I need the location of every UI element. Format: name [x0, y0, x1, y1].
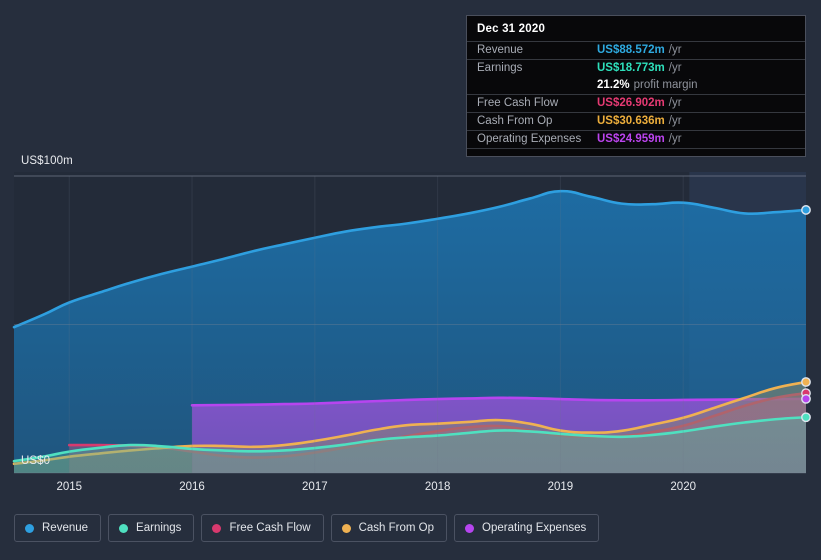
- legend-item-earnings[interactable]: Earnings: [108, 514, 195, 542]
- tooltip-unit-cash-from-op: /yr: [668, 115, 682, 127]
- tooltip-row-operating-expenses: Operating Expenses US$24.959m /yr: [467, 130, 805, 148]
- x-axis-tick-2018: 2018: [424, 481, 451, 493]
- legend-label-revenue: Revenue: [42, 522, 89, 534]
- tooltip-date: Dec 31 2020: [477, 23, 546, 35]
- tooltip-key-free-cash-flow: Free Cash Flow: [477, 97, 559, 109]
- y-axis-zero-label: US$0: [21, 455, 51, 467]
- legend-item-cash-from-op[interactable]: Cash From Op: [330, 514, 448, 542]
- tooltip-key-earnings: Earnings: [477, 62, 523, 74]
- tooltip-unit-earnings: /yr: [668, 62, 682, 74]
- endpoint-cash-from-op[interactable]: [801, 377, 811, 387]
- x-axis-tick-2016: 2016: [179, 481, 205, 493]
- legend-item-free-cash-flow[interactable]: Free Cash Flow: [201, 514, 324, 542]
- chart-legend[interactable]: Revenue Earnings Free Cash Flow Cash From O…: [14, 514, 600, 542]
- tooltip-value-operating-expenses: US$24.959m: [597, 133, 665, 145]
- legend-label-cash-from-op: Cash From Op: [358, 522, 435, 534]
- legend-item-operating-expenses[interactable]: Operating Expenses: [454, 514, 600, 542]
- endpoint-earnings[interactable]: [801, 412, 811, 423]
- tooltip-row-revenue: Revenue US$88.572m /yr: [467, 41, 805, 59]
- legend-dot-free-cash-flow-icon: [212, 523, 222, 533]
- tooltip-unit-revenue: /yr: [668, 44, 682, 56]
- tooltip-key-revenue: Revenue: [477, 44, 524, 56]
- data-tooltip: Dec 31 2020 Revenue US$88.572m /yr Earni…: [466, 15, 806, 157]
- tooltip-row-free-cash-flow: Free Cash Flow US$26.902m /yr: [467, 94, 805, 112]
- tooltip-value-earnings: US$18.773m: [597, 62, 665, 74]
- tooltip-value-free-cash-flow: US$26.902m: [597, 97, 665, 109]
- legend-dot-operating-expenses-icon: [465, 523, 475, 533]
- tooltip-unit-operating-expenses: /yr: [668, 133, 682, 145]
- tooltip-row-earnings: Earnings US$18.773m /yr: [467, 59, 805, 77]
- x-axis-tick-2015: 2015: [56, 481, 83, 493]
- tooltip-label-profit-margin: profit margin: [633, 79, 698, 91]
- tooltip-row-cash-from-op: Cash From Op US$30.636m /yr: [467, 112, 805, 130]
- legend-label-free-cash-flow: Free Cash Flow: [229, 522, 311, 534]
- endpoint-operating-expenses[interactable]: [801, 393, 811, 404]
- legend-item-revenue[interactable]: Revenue: [14, 514, 102, 542]
- tooltip-value-cash-from-op: US$30.636m: [597, 115, 665, 127]
- financial-chart: US$100m US$0 2015 2016 2017 2018 2019 2020 De…: [0, 0, 821, 560]
- y-axis-top-label: US$100m: [21, 155, 73, 167]
- tooltip-row-profit-margin: 21.2% profit margin: [467, 77, 805, 94]
- tooltip-key-operating-expenses: Operating Expenses: [477, 133, 582, 145]
- tooltip-footer-divider: [467, 148, 805, 156]
- tooltip-key-cash-from-op: Cash From Op: [477, 115, 553, 127]
- x-axis-tick-2017: 2017: [302, 481, 328, 493]
- x-axis-tick-2019: 2019: [547, 481, 574, 493]
- legend-label-earnings: Earnings: [136, 522, 182, 534]
- tooltip-unit-free-cash-flow: /yr: [668, 97, 682, 109]
- tooltip-value-profit-margin: 21.2%: [597, 79, 630, 91]
- tooltip-value-revenue: US$88.572m: [597, 44, 665, 56]
- legend-label-operating-expenses: Operating Expenses: [482, 522, 587, 534]
- endpoint-revenue[interactable]: [801, 205, 811, 215]
- legend-dot-revenue-icon: [25, 523, 34, 533]
- legend-dot-cash-from-op-icon: [341, 523, 351, 533]
- legend-dot-earnings-icon: [119, 523, 129, 533]
- x-axis-tick-2020: 2020: [670, 481, 696, 493]
